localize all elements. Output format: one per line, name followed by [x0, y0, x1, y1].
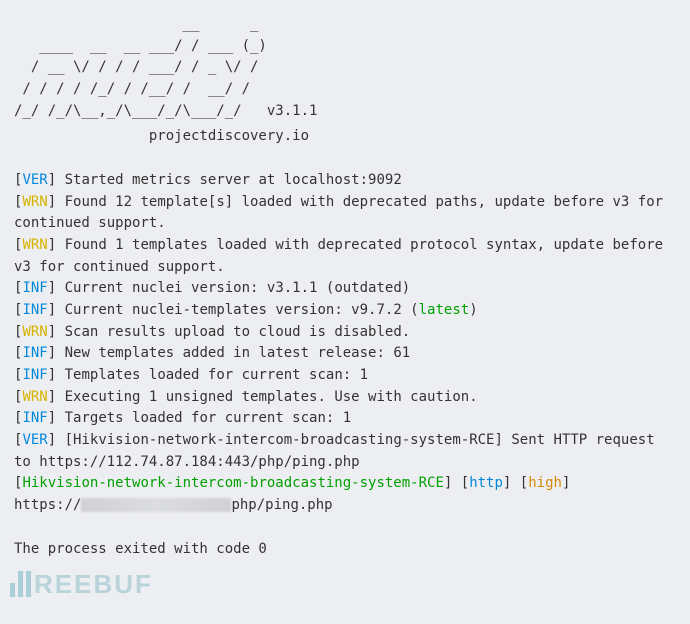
protocol-label: http: [469, 475, 503, 491]
tag-ver: VER: [22, 432, 47, 448]
tag-inf: INF: [22, 410, 47, 426]
tag-inf: INF: [22, 280, 47, 296]
log-line: [INF] Current nuclei version: v3.1.1 (ou…: [14, 278, 676, 300]
tag-ver: VER: [22, 172, 47, 188]
watermark-bars-icon: [10, 571, 31, 597]
exit-status: The process exited with code 0: [14, 539, 676, 561]
tag-wrn: WRN: [22, 237, 47, 253]
tag-wrn: WRN: [22, 194, 47, 210]
log-line: [WRN] Found 1 templates loaded with depr…: [14, 235, 676, 278]
log-line: [INF] Targets loaded for current scan: 1: [14, 408, 676, 430]
tag-inf: INF: [22, 367, 47, 383]
ascii-banner: __ _ ____ __ __ ___/ / ___ (_) / __ \/ /…: [14, 14, 676, 122]
tagline: projectdiscovery.io: [14, 126, 676, 148]
template-id: Hikvision-network-intercom-broadcasting-…: [22, 475, 443, 491]
log-line: [WRN] Found 12 template[s] loaded with d…: [14, 192, 676, 235]
log-line: [WRN] Executing 1 unsigned templates. Us…: [14, 387, 676, 409]
log-line: [INF] Current nuclei-templates version: …: [14, 300, 676, 322]
watermark: REEBUF: [10, 564, 153, 604]
tag-wrn: WRN: [22, 389, 47, 405]
log-line: [WRN] Scan results upload to cloud is di…: [14, 322, 676, 344]
log-line: [VER] [Hikvision-network-intercom-broadc…: [14, 430, 676, 473]
log-line: [INF] New templates added in latest rele…: [14, 343, 676, 365]
blank: [14, 517, 676, 539]
log-line: [VER] Started metrics server at localhos…: [14, 170, 676, 192]
tag-wrn: WRN: [22, 324, 47, 340]
latest-tag: latest: [419, 302, 470, 318]
result-url: https://php/ping.php: [14, 495, 676, 517]
log-line: [INF] Templates loaded for current scan:…: [14, 365, 676, 387]
severity-label: high: [528, 475, 562, 491]
blank: [14, 148, 676, 170]
tag-inf: INF: [22, 345, 47, 361]
result-line: [Hikvision-network-intercom-broadcasting…: [14, 473, 676, 495]
redacted-host: [81, 498, 231, 512]
tag-inf: INF: [22, 302, 47, 318]
